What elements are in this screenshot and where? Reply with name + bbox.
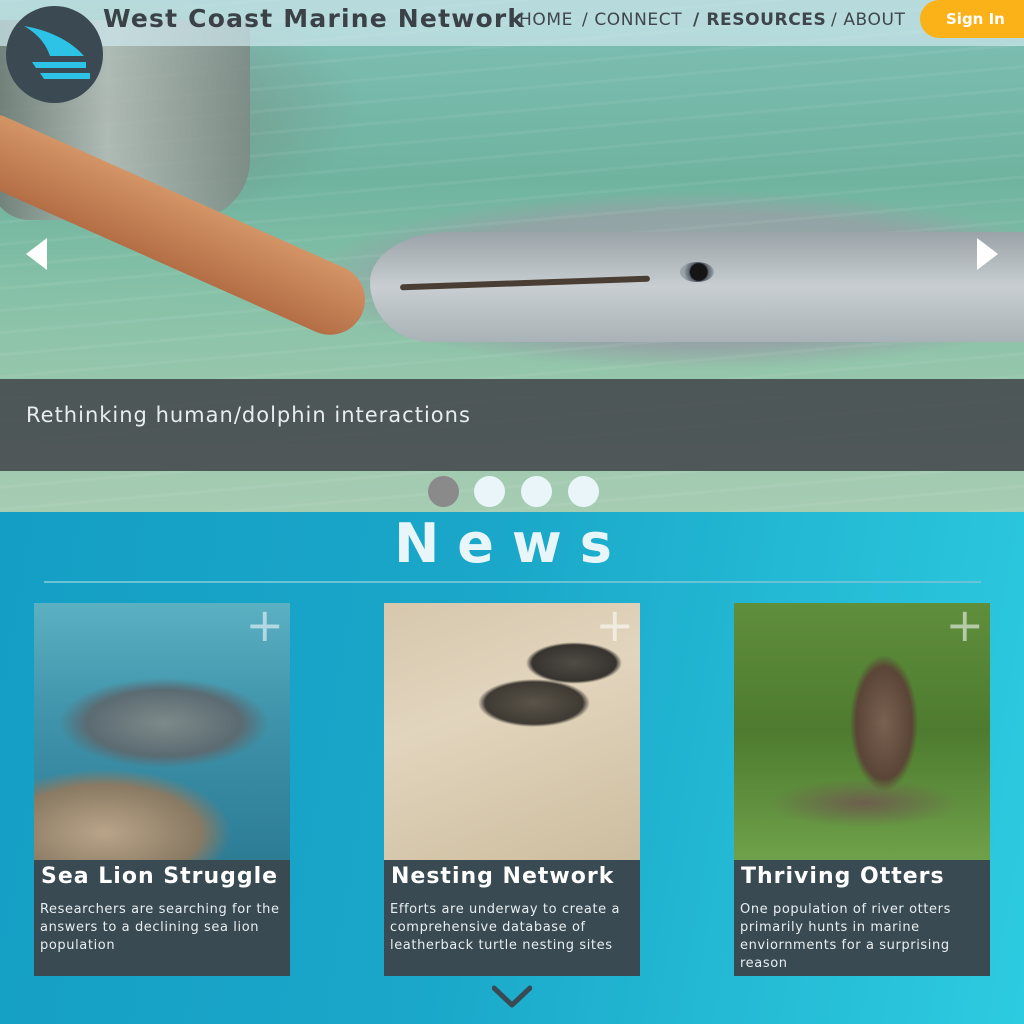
chevron-left-icon[interactable] bbox=[26, 238, 47, 270]
card-title: Thriving Otters bbox=[741, 864, 945, 889]
slide-dot-1[interactable] bbox=[428, 476, 459, 507]
news-card-otters[interactable]: + Thriving Otters One population of rive… bbox=[734, 603, 990, 976]
slide-caption-bar: Rethinking human/dolphin interactions bbox=[0, 379, 1024, 471]
nav-connect[interactable]: / CONNECT bbox=[582, 10, 682, 30]
slide-dot-2[interactable] bbox=[474, 476, 505, 507]
divider bbox=[44, 581, 981, 583]
nav-resources[interactable]: / RESOURCES bbox=[693, 10, 826, 30]
plus-icon[interactable]: + bbox=[945, 603, 984, 648]
slide-dot-3[interactable] bbox=[521, 476, 552, 507]
card-text: Researchers are searching for the answer… bbox=[40, 902, 280, 953]
sea-lion-image: + bbox=[34, 603, 290, 860]
news-card-sea-lion[interactable]: + Sea Lion Struggle Researchers are sear… bbox=[34, 603, 290, 976]
nav-about[interactable]: / ABOUT bbox=[831, 10, 906, 30]
card-body: Nesting Network Efforts are underway to … bbox=[384, 860, 640, 976]
site-title[interactable]: West Coast Marine Network bbox=[103, 4, 525, 33]
hero-slider: West Coast Marine Network HOME / CONNECT… bbox=[0, 0, 1024, 512]
card-body: Sea Lion Struggle Researchers are search… bbox=[34, 860, 290, 976]
otter-image: + bbox=[734, 603, 990, 860]
card-title: Sea Lion Struggle bbox=[41, 864, 279, 889]
news-card-nesting[interactable]: + Nesting Network Efforts are underway t… bbox=[384, 603, 640, 976]
plus-icon[interactable]: + bbox=[245, 603, 284, 648]
plus-icon[interactable]: + bbox=[595, 603, 634, 648]
news-heading: News bbox=[394, 512, 630, 575]
turtle-image: + bbox=[384, 603, 640, 860]
nav-home[interactable]: HOME bbox=[519, 10, 573, 30]
logo[interactable] bbox=[6, 6, 103, 103]
news-section: News + Sea Lion Struggle Researchers are… bbox=[0, 512, 1024, 1024]
wave-logo-icon bbox=[24, 26, 90, 79]
dolphin-eye bbox=[680, 262, 714, 282]
slide-dot-4[interactable] bbox=[568, 476, 599, 507]
card-title: Nesting Network bbox=[391, 864, 615, 889]
card-body: Thriving Otters One population of river … bbox=[734, 860, 990, 976]
chevron-down-icon[interactable] bbox=[492, 985, 532, 1009]
card-text: One population of river otters primarily… bbox=[740, 902, 951, 971]
card-text: Efforts are underway to create a compreh… bbox=[390, 902, 621, 953]
chevron-right-icon[interactable] bbox=[977, 238, 998, 270]
sign-in-button[interactable]: Sign In bbox=[920, 0, 1024, 38]
slide-caption: Rethinking human/dolphin interactions bbox=[26, 403, 471, 427]
